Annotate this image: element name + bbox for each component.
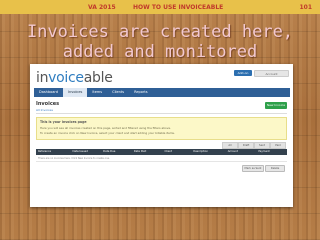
invoices-table-header: Reference Date Issued Date Due Date Paid… <box>36 149 287 155</box>
app-screenshot: invoiceable Add-on Account Dashboard Inv… <box>30 64 293 207</box>
headline-line-2: added and monitored <box>62 42 258 62</box>
divider <box>36 113 287 114</box>
addon-button[interactable]: Add-on <box>234 70 252 76</box>
slide: VA 2015 HOW TO USE INVOICEABLE 101 Invoi… <box>0 0 320 240</box>
course-label: VA 2015 <box>88 3 116 11</box>
account-button[interactable]: Account <box>254 70 289 77</box>
col-date-paid[interactable]: Date Paid <box>132 149 163 155</box>
col-date-issued[interactable]: Date Issued <box>70 149 101 155</box>
invoiceable-logo[interactable]: invoiceable <box>36 70 113 86</box>
col-description[interactable]: Description <box>191 149 225 155</box>
main-nav: Dashboard Invoices Items Clients Reports <box>34 88 290 97</box>
breadcrumb[interactable]: All Invoices <box>36 108 53 112</box>
slide-header-bar: VA 2015 HOW TO USE INVOICEABLE 101 <box>0 0 320 14</box>
slide-headline: Invoices are created here, added and mon… <box>0 22 320 62</box>
logo-prefix: in <box>36 70 49 86</box>
table-row: There are no invoices here. Click New In… <box>36 156 287 162</box>
col-reference[interactable]: Reference <box>36 149 70 155</box>
empty-table-message: There are no invoices here. Click New In… <box>38 157 110 160</box>
col-client[interactable]: Client <box>162 149 191 155</box>
slide-section-title: HOW TO USE INVOICEABLE <box>133 3 224 11</box>
slide-number: 101 <box>299 3 312 11</box>
col-amount[interactable]: Amount <box>226 149 257 155</box>
logo-accent: voice <box>48 70 84 86</box>
nav-dashboard[interactable]: Dashboard <box>34 88 63 97</box>
nav-reports[interactable]: Reports <box>129 88 152 97</box>
nav-items[interactable]: Items <box>87 88 107 97</box>
filter-all[interactable]: All <box>222 142 238 149</box>
notice-text-1: Here you will see all invoices created o… <box>40 126 171 130</box>
filter-paid[interactable]: Paid <box>270 142 286 149</box>
page-title: Invoices <box>36 101 60 107</box>
headline-line-1: Invoices are created here, <box>26 22 294 42</box>
info-notice: This is your invoices page Here you will… <box>36 117 287 140</box>
col-payment[interactable]: Payment <box>256 149 287 155</box>
nav-clients[interactable]: Clients <box>107 88 129 97</box>
delete-button[interactable]: Delete <box>265 165 285 172</box>
notice-title: This is your invoices page <box>40 120 87 124</box>
new-invoice-button[interactable]: New Invoice <box>265 102 287 109</box>
logo-suffix: able <box>83 70 113 86</box>
notice-text-2: To create an invoice click on New Invoic… <box>40 131 175 135</box>
mark-sent-button[interactable]: Mark as Sent <box>242 165 264 172</box>
col-date-due[interactable]: Date Due <box>101 149 132 155</box>
filter-draft[interactable]: Draft <box>238 142 254 149</box>
filter-sent[interactable]: Sent <box>254 142 270 149</box>
nav-invoices[interactable]: Invoices <box>63 88 88 97</box>
